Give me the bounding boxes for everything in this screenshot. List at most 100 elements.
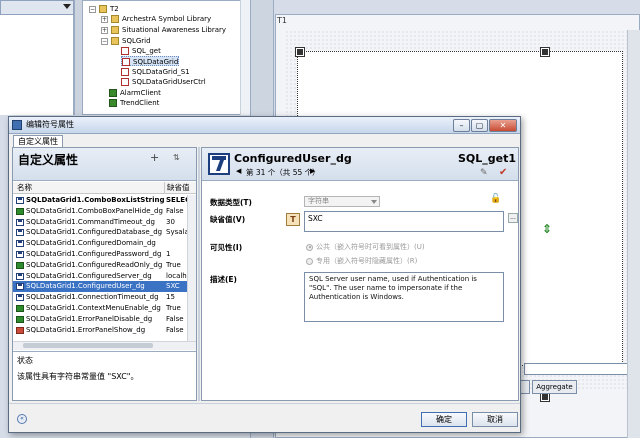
tree-item[interactable]: SQLDataGrid: [121, 56, 180, 66]
property-row[interactable]: SQLDataGrid1.ComboBoxPanelHide_dg False: [13, 206, 187, 217]
property-list-pane: 自定义属性 + ⇅ 名称 缺省值 SQLDataGrid1.ComboBoxLi…: [12, 147, 197, 401]
tree-item[interactable]: TrendClient: [109, 98, 159, 108]
folder-icon: [111, 26, 119, 34]
lock-icon[interactable]: 🔓: [490, 194, 501, 204]
symbol-icon: [122, 58, 130, 66]
tree-root[interactable]: − T2: [89, 4, 119, 14]
string-mode-icon[interactable]: T: [286, 213, 300, 226]
column-divider[interactable]: [164, 182, 165, 194]
property-row[interactable]: SQLDataGrid1.ComboBoxListString_dgSELEC: [13, 195, 187, 206]
tab-custom-properties[interactable]: 自定义属性: [13, 135, 63, 147]
property-row[interactable]: SQLDataGrid1.CommandTimeout_dg 30: [13, 217, 187, 228]
ok-button[interactable]: 确定: [421, 412, 467, 427]
description-field[interactable]: SQL Server user name, used if Authentica…: [304, 272, 504, 322]
data-type-select[interactable]: 字符串: [304, 196, 380, 207]
status-box: 状态 该属性具有字符串常量值 "SXC"。: [13, 351, 196, 400]
scrollbar-thumb[interactable]: [23, 343, 153, 348]
property-row-value: localhc: [166, 271, 187, 280]
property-row-name: SQLDataGrid1.ConfiguredDatabase_dg: [26, 228, 163, 237]
left-dropdown[interactable]: [0, 0, 74, 15]
property-row[interactable]: SQLDataGrid1.ErrorPanelDisable_dg False: [13, 314, 187, 325]
property-row[interactable]: SQLDataGrid1.ConfiguredPassword_dg 1: [13, 249, 187, 260]
property-name: ConfiguredUser_dg: [234, 152, 352, 165]
folder-icon: [111, 15, 119, 23]
property-row[interactable]: SQLDataGrid1.ConfiguredDatabase_dg Sysala…: [13, 227, 187, 238]
browse-button[interactable]: ...: [508, 213, 518, 223]
previous-icon[interactable]: ◀: [236, 167, 241, 175]
dialog-titlebar[interactable]: 编辑符号属性 – ▢ ✕: [9, 117, 520, 134]
resize-handle[interactable]: [540, 392, 550, 402]
property-row[interactable]: SQLDataGrid1.ConfiguredServer_dg localhc: [13, 271, 187, 282]
edit-icon[interactable]: ✎: [480, 168, 488, 178]
property-row[interactable]: SQLDataGrid1.ContextMenuEnable_dg True: [13, 303, 187, 314]
left-splitter[interactable]: [74, 0, 82, 115]
property-row-value: False: [166, 325, 184, 334]
tree-item[interactable]: SQLDataGrid_S1: [121, 67, 190, 77]
collapse-icon[interactable]: −: [101, 37, 108, 45]
boolean-type-icon: [16, 315, 24, 323]
aggregate-button[interactable]: Aggregate: [532, 380, 577, 394]
canvas-scrollbar[interactable]: [627, 30, 640, 438]
expand-icon[interactable]: +: [101, 15, 108, 23]
tree-scrollbar[interactable]: [240, 0, 250, 115]
visibility-private-radio[interactable]: 专用（嵌入符号时隐藏属性）(R): [306, 256, 417, 266]
expand-icon[interactable]: +: [101, 26, 108, 34]
property-row-name: SQLDataGrid1.ErrorPanelShow_dg: [26, 325, 146, 334]
tree-item[interactable]: SQL_get: [121, 46, 161, 56]
symbol-tree: − T2 + ArchestrA Symbol Library + Situation…: [82, 0, 250, 115]
maximize-button[interactable]: ▢: [471, 119, 488, 132]
tree-item[interactable]: AlarmClient: [109, 88, 161, 98]
symbol-owner: SQL_get1: [458, 152, 517, 165]
tree-item[interactable]: − SQLGrid: [101, 36, 151, 46]
default-value-label: 缺省值(V): [210, 215, 246, 224]
property-rows: SQLDataGrid1.ComboBoxListString_dgSELECS…: [13, 195, 187, 341]
tab-bar: 自定义属性: [9, 134, 520, 147]
collapse-icon[interactable]: −: [89, 5, 96, 13]
visibility-public-radio[interactable]: 公共（嵌入符号时可看到属性）(U): [306, 242, 425, 252]
data-type-label: 数据类型(T): [210, 198, 252, 207]
dialog-title: 编辑符号属性: [26, 120, 74, 129]
close-button[interactable]: ✕: [489, 119, 517, 132]
column-name[interactable]: 名称: [17, 183, 32, 193]
add-icon[interactable]: +: [150, 151, 159, 164]
property-row-name: SQLDataGrid1.ContextMenuEnable_dg: [26, 304, 161, 312]
property-row-value: 30: [166, 217, 175, 226]
property-row-name: SQLDataGrid1.ConfiguredServer_dg: [26, 271, 152, 280]
move-icon[interactable]: ⇕: [541, 223, 553, 235]
text-type-icon: [16, 197, 24, 204]
column-default[interactable]: 缺省值: [167, 183, 195, 193]
symbol-icon: [121, 68, 129, 76]
minimize-button[interactable]: –: [453, 119, 470, 132]
list-vertical-scrollbar[interactable]: [187, 195, 196, 341]
tree-item[interactable]: + Situational Awareness Library: [101, 25, 226, 35]
help-icon[interactable]: «: [17, 414, 27, 424]
check-icon[interactable]: ✔: [499, 167, 507, 178]
background-field[interactable]: [524, 363, 628, 375]
list-title: 自定义属性: [18, 153, 79, 167]
text-type-icon: [16, 229, 24, 237]
tree-item[interactable]: SQLDataGridUserCtrl: [121, 77, 206, 87]
property-row[interactable]: SQLDataGrid1.ConfiguredUser_dg SXC: [13, 281, 187, 293]
default-value-field[interactable]: SXC: [304, 211, 504, 232]
property-row[interactable]: SQLDataGrid1.ErrorPanelShow_dg False: [13, 325, 187, 336]
description-label: 描述(E): [210, 275, 237, 284]
canvas-title: T1: [277, 16, 287, 25]
sort-icon[interactable]: ⇅: [173, 153, 180, 162]
property-row[interactable]: SQLDataGrid1.ConnectionTimeout_dg 15: [13, 292, 187, 303]
pane-splitter[interactable]: [198, 147, 200, 401]
resize-handle[interactable]: [295, 47, 305, 57]
property-position: 第 31 个（共 55 个）: [246, 168, 320, 177]
tree-item[interactable]: + ArchestrA Symbol Library: [101, 14, 211, 24]
chevron-down-icon: [371, 200, 377, 204]
property-row-value: SXC: [166, 282, 180, 291]
property-row[interactable]: SQLDataGrid1.ConfiguredReadOnly_dg True: [13, 260, 187, 271]
resize-handle[interactable]: [540, 47, 550, 57]
text-type-icon: [16, 283, 24, 291]
property-row[interactable]: SQLDataGrid1.ConfiguredDomain_dg: [13, 238, 187, 249]
folder-icon: [111, 37, 119, 45]
data-type-value: 字符串: [308, 197, 329, 205]
text-type-icon: [16, 272, 24, 280]
cancel-button[interactable]: 取消: [472, 412, 518, 427]
list-header: 自定义属性 + ⇅: [13, 148, 196, 181]
next-icon[interactable]: ▶: [310, 167, 315, 175]
